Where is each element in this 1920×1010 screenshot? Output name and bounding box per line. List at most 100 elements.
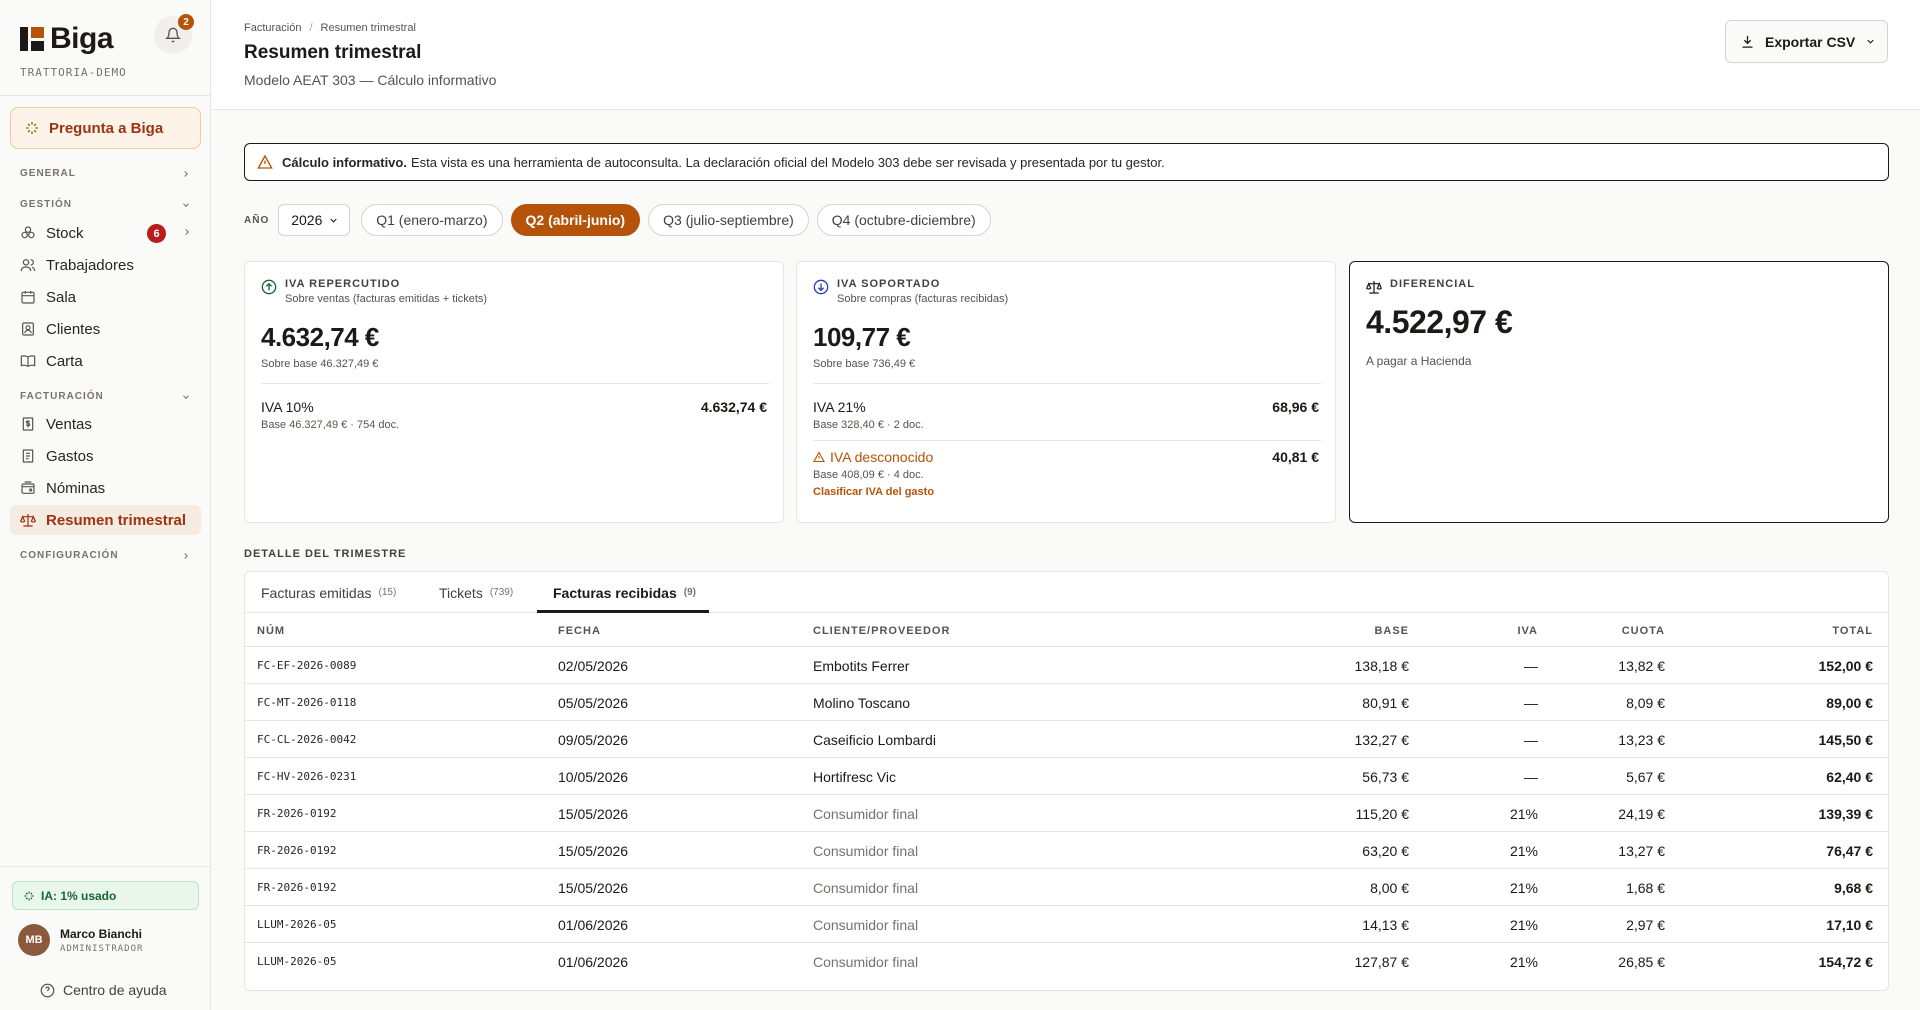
chevron-down-icon <box>1867 39 1874 44</box>
sidebar-item-trabajadores[interactable]: Trabajadores <box>10 250 201 280</box>
section-general[interactable]: GENERAL <box>20 168 191 179</box>
cell-cuota: 8,09 € <box>1626 694 1665 711</box>
table-row[interactable]: FC-MT-2026-0118 05/05/2026 Molino Toscano 8… <box>245 684 1888 721</box>
ask-biga-button[interactable]: Pregunta a Biga <box>10 107 201 149</box>
tab-facturas-emitidas[interactable]: Facturas emitidas (15) <box>261 572 396 613</box>
cell-cuota: 1,68 € <box>1626 879 1665 896</box>
sidebar-item-ventas[interactable]: Ventas <box>10 409 201 439</box>
sparkle-icon <box>26 122 38 134</box>
breadcrumb: Facturación / Resumen trimestral <box>244 22 416 34</box>
cell-num: FC-HV-2026-0231 <box>257 770 357 783</box>
cell-cliente: Embotits Ferrer <box>813 657 910 674</box>
sidebar-item-label: Carta <box>46 352 83 370</box>
sidebar-item-carta[interactable]: Carta <box>10 346 201 376</box>
column-header-total[interactable]: TOTAL <box>1793 625 1873 637</box>
classify-vat-link[interactable]: Clasificar IVA del gasto <box>813 486 934 498</box>
logo-text: Biga <box>50 22 114 55</box>
page-subtitle: Modelo AEAT 303 — Cálculo informativo <box>244 72 497 88</box>
sidebar-item-resumen-trimestral[interactable]: Resumen trimestral <box>10 505 201 535</box>
cell-base: 14,13 € <box>1362 916 1409 933</box>
table-row[interactable]: LLUM-2026-05 01/06/2026 Consumidor final 12… <box>245 943 1888 980</box>
sidebar-item-nominas[interactable]: Nóminas <box>10 473 201 503</box>
user-menu[interactable]: MB Marco Bianchi ADMINISTRADOR <box>18 924 143 956</box>
cell-total: 152,00 € <box>1818 657 1874 674</box>
chevron-right-icon <box>184 170 188 177</box>
card-label: DIFERENCIAL <box>1390 278 1475 290</box>
tab-label: Tickets <box>439 584 483 601</box>
breadcrumb-item[interactable]: Facturación <box>244 22 301 34</box>
table-row[interactable]: FC-HV-2026-0231 10/05/2026 Hortifresc Vic 5… <box>245 758 1888 795</box>
cell-base: 63,20 € <box>1362 842 1409 859</box>
cell-total: 89,00 € <box>1826 694 1873 711</box>
tenant-name: TRATTORIA-DEMO <box>20 66 127 79</box>
quarter-q2[interactable]: Q2 (abril-junio) <box>510 204 641 236</box>
cell-fecha: 10/05/2026 <box>558 768 629 785</box>
cell-iva: 21% <box>1509 805 1538 822</box>
cell-fecha: 09/05/2026 <box>558 731 629 748</box>
sidebar-item-label: Sala <box>46 288 77 306</box>
vat-line-value: 4.632,74 € <box>700 399 767 415</box>
logo[interactable]: Biga <box>20 22 114 56</box>
table-row[interactable]: FR-2026-0192 15/05/2026 Consumidor final 8,… <box>245 869 1888 906</box>
column-header-num[interactable]: NÚM <box>257 625 285 637</box>
quarter-q1[interactable]: Q1 (enero-marzo) <box>361 204 503 236</box>
help-center-link[interactable]: Centro de ayuda <box>40 982 167 998</box>
column-header-cuota[interactable]: CUOTA <box>1585 625 1665 637</box>
table-row[interactable]: FR-2026-0192 15/05/2026 Consumidor final 63… <box>245 832 1888 869</box>
cell-cuota: 5,67 € <box>1626 768 1665 785</box>
card-amount: 4.522,97 € <box>1366 304 1513 340</box>
year-select[interactable]: 2026 <box>278 204 351 236</box>
help-center-label: Centro de ayuda <box>63 982 167 998</box>
column-header-cliente[interactable]: CLIENTE/PROVEEDOR <box>813 625 950 637</box>
column-header-fecha[interactable]: FECHA <box>558 625 601 637</box>
column-header-iva[interactable]: IVA <box>1458 625 1538 637</box>
table-row[interactable]: FR-2026-0192 15/05/2026 Consumidor final 11… <box>245 795 1888 832</box>
tab-label: Facturas recibidas <box>553 584 677 601</box>
bell-icon <box>165 27 181 43</box>
card-label: IVA REPERCUTIDO <box>285 278 401 290</box>
vat-line-name: IVA 10% <box>261 399 314 415</box>
sidebar-item-gastos[interactable]: Gastos <box>10 441 201 471</box>
export-csv-button[interactable]: Exportar CSV <box>1725 20 1888 63</box>
card-iva-repercutido: IVA REPERCUTIDO Sobre ventas (facturas e… <box>244 261 784 523</box>
info-banner: Cálculo informativo. Esta vista es una h… <box>244 143 1889 181</box>
main-content: Cálculo informativo. Esta vista es una h… <box>212 111 1920 1010</box>
vat-line-meta: Base 46.327,49 € · 754 doc. <box>261 419 400 431</box>
sidebar-item-clientes[interactable]: Clientes <box>10 314 201 344</box>
section-facturacion-label: FACTURACIÓN <box>20 391 104 402</box>
cell-num: LLUM-2026-05 <box>257 918 337 931</box>
card-amount: 4.632,74 € <box>261 322 379 352</box>
quarter-q4[interactable]: Q4 (octubre-diciembre) <box>816 204 991 236</box>
sidebar-item-stock[interactable]: Stock 6 <box>10 218 201 248</box>
help-circle-icon <box>40 983 55 997</box>
cell-cliente: Hortifresc Vic <box>813 768 896 785</box>
card-amount: 109,77 € <box>813 322 911 352</box>
vat-line-value: 68,96 € <box>1272 399 1319 415</box>
card-base: Sobre base 736,49 € <box>813 358 916 370</box>
detail-table: Facturas emitidas (15) Tickets (739) Fac… <box>244 571 1889 991</box>
cell-num: FC-CL-2026-0042 <box>257 733 357 746</box>
tab-facturas-recibidas[interactable]: Facturas recibidas (9) <box>553 572 696 613</box>
tab-tickets[interactable]: Tickets (739) <box>439 572 513 613</box>
cell-num: FR-2026-0192 <box>257 844 337 857</box>
cell-base: 138,18 € <box>1354 657 1410 674</box>
table-row[interactable]: FC-CL-2026-0042 09/05/2026 Caseificio Lomb… <box>245 721 1888 758</box>
chevron-down-icon <box>183 394 189 399</box>
section-facturacion[interactable]: FACTURACIÓN <box>20 391 191 402</box>
cell-total: 62,40 € <box>1826 768 1873 785</box>
cell-cliente: Consumidor final <box>813 805 919 822</box>
cell-cuota: 13,82 € <box>1618 657 1665 674</box>
section-gestion[interactable]: GESTIÓN <box>20 199 191 210</box>
cell-fecha: 15/05/2026 <box>558 805 629 822</box>
section-configuracion[interactable]: CONFIGURACIÓN <box>20 550 191 561</box>
cell-base: 127,87 € <box>1354 953 1410 970</box>
table-row[interactable]: FC-EF-2026-0089 02/05/2026 Embotits Ferrer… <box>245 647 1888 684</box>
table-row[interactable]: LLUM-2026-05 01/06/2026 Consumidor final 14… <box>245 906 1888 943</box>
quarter-q3[interactable]: Q3 (julio-septiembre) <box>648 204 809 236</box>
scale-icon <box>20 514 36 527</box>
user-role: ADMINISTRADOR <box>60 943 144 954</box>
sidebar-item-label: Stock <box>46 224 84 242</box>
column-header-base[interactable]: BASE <box>1329 625 1409 637</box>
cell-base: 80,91 € <box>1362 694 1409 711</box>
sidebar-item-sala[interactable]: Sala <box>10 282 201 312</box>
